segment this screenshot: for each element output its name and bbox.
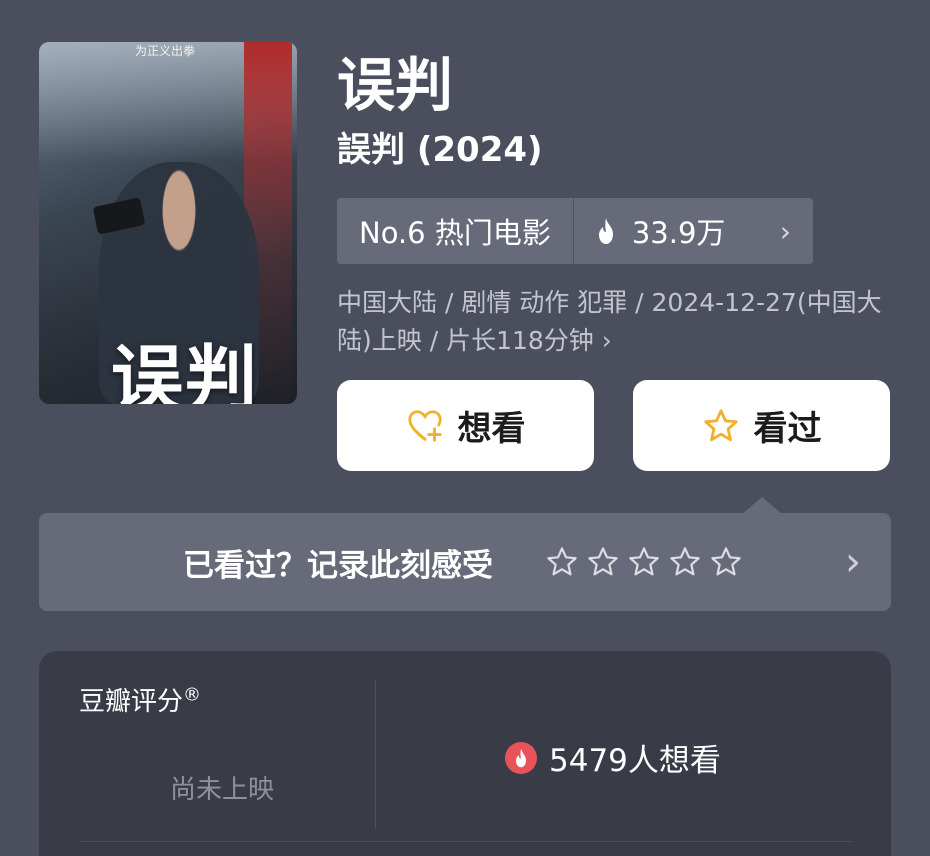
heat-value: 33.9万 [631, 216, 726, 250]
movie-title: 误判 [337, 51, 454, 119]
movie-poster[interactable]: 为正义出拳 误判 [39, 42, 297, 404]
fire-icon [505, 741, 537, 774]
star-outline-icon[interactable] [709, 545, 743, 579]
star-rating[interactable] [545, 545, 743, 579]
rank-label: No.6 热门电影 [359, 216, 551, 250]
poster-title-art: 误判 [111, 336, 260, 404]
rate-prompt-bar[interactable]: 已看过？记录此刻感受 › [39, 513, 891, 611]
want-to-watch-label: 想看 [457, 409, 526, 449]
score-label: 豆瓣评分® [79, 681, 201, 718]
star-outline-icon[interactable] [586, 545, 620, 579]
watched-label: 看过 [753, 409, 822, 449]
want-to-watch-button[interactable]: 想看 [337, 380, 594, 471]
rate-prompt-text: 已看过？记录此刻感受 [183, 547, 493, 584]
score-divider [375, 679, 376, 829]
popover-pointer [742, 497, 782, 514]
rank-pill[interactable]: No.6 热门电影 33.9万 › [337, 198, 813, 264]
heart-plus-icon [407, 409, 442, 442]
score-card: 豆瓣评分® 尚未上映 5479人想看 [39, 651, 891, 856]
poster-tagline: 为正义出拳 [135, 44, 196, 58]
flame-icon [598, 218, 613, 244]
star-outline-icon [703, 408, 738, 441]
chevron-right-icon[interactable]: › [845, 539, 861, 585]
registered-mark: ® [183, 684, 202, 706]
movie-original-title: 誤判 (2024) [337, 130, 543, 170]
movie-meta[interactable]: 中国大陆 / 剧情 动作 犯罪 / 2024-12-27(中国大陆)上映 / 片… [337, 284, 887, 360]
heat-section: 33.9万 › [574, 210, 813, 252]
want-count-text: 5479人想看 [549, 743, 721, 779]
watched-button[interactable]: 看过 [633, 380, 890, 471]
score-status: 尚未上映 [170, 775, 275, 805]
chevron-right-icon: › [779, 214, 791, 248]
star-outline-icon[interactable] [668, 545, 702, 579]
score-card-divider [79, 841, 851, 842]
score-label-text: 豆瓣评分 [79, 687, 184, 717]
star-outline-icon[interactable] [627, 545, 661, 579]
star-outline-icon[interactable] [545, 545, 579, 579]
want-count[interactable]: 5479人想看 [505, 735, 721, 780]
